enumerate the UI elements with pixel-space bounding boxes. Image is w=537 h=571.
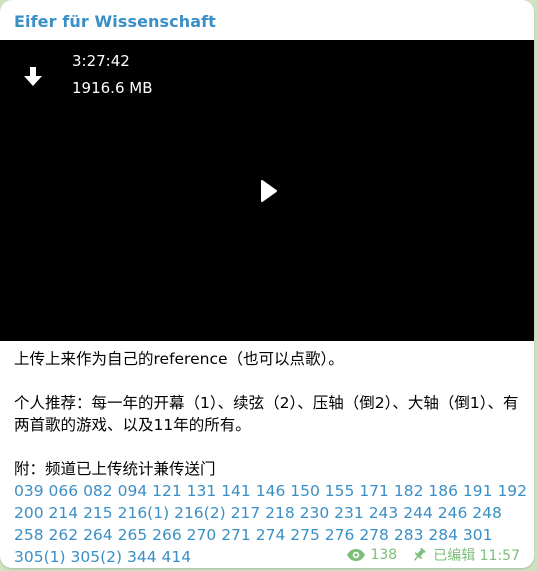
episode-link[interactable]: 216(1) [118,504,170,522]
caption-gap [14,370,524,392]
episode-link[interactable]: 192 [497,482,527,500]
episode-link[interactable]: 283 [394,526,424,544]
episode-link[interactable]: 305(1) [14,548,66,566]
episode-link[interactable]: 301 [463,526,493,544]
eye-icon [347,549,366,561]
episode-link[interactable]: 218 [265,504,295,522]
episode-link[interactable]: 039 [14,482,44,500]
download-icon[interactable] [18,62,48,92]
episode-link[interactable]: 266 [152,526,182,544]
episode-link[interactable]: 121 [152,482,182,500]
episode-link[interactable]: 191 [463,482,493,500]
pin-icon [414,548,426,561]
episode-link[interactable]: 270 [187,526,217,544]
caption-line: 上传上来作为自己的reference（也可以点歌）。 [14,350,344,368]
caption-line: 个人推荐：每一年的开幕（1）、续弦（2）、压轴（倒2）、大轴（倒1）、有两首歌的… [14,394,519,434]
episode-link[interactable]: 278 [359,526,389,544]
episode-link[interactable]: 414 [162,548,192,566]
episode-link[interactable]: 344 [127,548,157,566]
episode-link[interactable]: 200 [14,504,44,522]
view-count: 138 [370,547,398,563]
video-player[interactable]: 3:27:42 1916.6 MB [0,40,534,341]
episode-link[interactable]: 182 [394,482,424,500]
message-footer: 138 已编辑 11:57 [346,545,520,565]
caption-line: 附：频道已上传统计兼传送门 [14,460,216,478]
episode-link[interactable]: 258 [14,526,44,544]
episode-link[interactable]: 141 [221,482,251,500]
episode-link[interactable]: 066 [49,482,79,500]
episode-link[interactable]: 274 [256,526,286,544]
play-triangle-icon [261,180,277,202]
episode-link[interactable]: 284 [428,526,458,544]
episode-link[interactable]: 150 [290,482,320,500]
episode-link[interactable]: 265 [118,526,148,544]
episode-link[interactable]: 215 [83,504,113,522]
episode-link[interactable]: 262 [49,526,79,544]
channel-name[interactable]: Eifer für Wissenschaft [14,12,216,31]
episode-link[interactable]: 146 [256,482,286,500]
episode-link[interactable]: 271 [221,526,251,544]
video-duration: 3:27:42 [72,52,130,70]
episode-link[interactable]: 246 [438,504,468,522]
download-arrow-icon [24,67,42,86]
episode-link[interactable]: 230 [300,504,330,522]
episode-link[interactable]: 243 [369,504,399,522]
episode-link[interactable]: 305(2) [70,548,122,566]
episode-link[interactable]: 217 [231,504,261,522]
episode-link[interactable]: 216(2) [174,504,226,522]
video-file-size: 1916.6 MB [72,79,153,97]
episode-link[interactable]: 082 [83,482,113,500]
episode-link[interactable]: 248 [472,504,502,522]
caption-gap [14,436,524,458]
episode-link[interactable]: 155 [325,482,355,500]
episode-link[interactable]: 276 [325,526,355,544]
episode-link[interactable]: 244 [403,504,433,522]
episode-link[interactable]: 275 [290,526,320,544]
episode-link[interactable]: 264 [83,526,113,544]
episode-link[interactable]: 231 [334,504,364,522]
message-bubble: Eifer für Wissenschaft 3:27:42 1916.6 MB… [0,0,534,568]
episode-link[interactable]: 214 [49,504,79,522]
message-caption: 上传上来作为自己的reference（也可以点歌）。 个人推荐：每一年的开幕（1… [14,348,524,480]
edited-timestamp: 已编辑 11:57 [433,548,520,564]
episode-link[interactable]: 186 [428,482,458,500]
episode-link[interactable]: 171 [359,482,389,500]
episode-link[interactable]: 131 [187,482,217,500]
episode-link[interactable]: 094 [118,482,148,500]
play-icon[interactable] [253,176,283,206]
